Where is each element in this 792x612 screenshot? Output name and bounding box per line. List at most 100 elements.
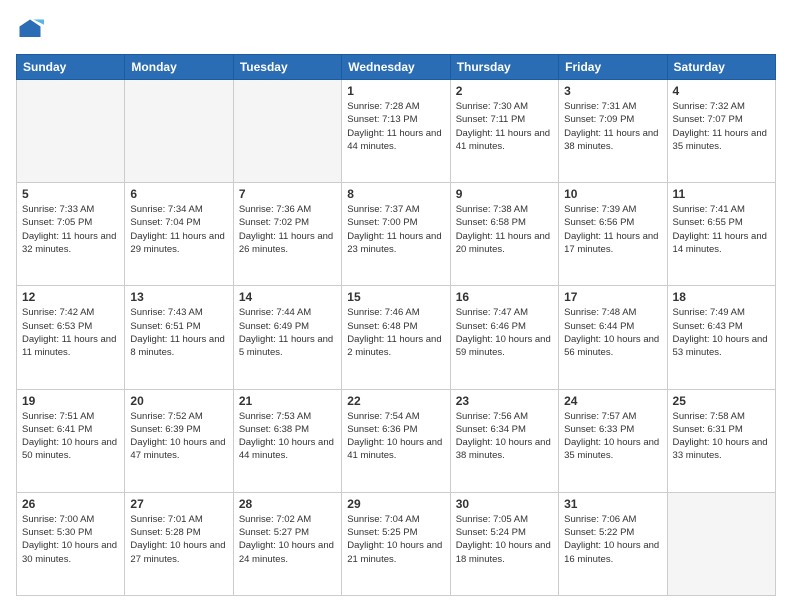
day-cell: 11Sunrise: 7:41 AMSunset: 6:55 PMDayligh… (667, 183, 775, 286)
day-cell: 13Sunrise: 7:43 AMSunset: 6:51 PMDayligh… (125, 286, 233, 389)
column-header-monday: Monday (125, 55, 233, 80)
day-cell: 24 Sunrise: 7:57 AMSunset: 6:33 PMDayligh… (559, 389, 667, 492)
header (16, 16, 776, 44)
day-info: Sunrise: 7:06 AMSunset: 5:22 PMDaylight:… (564, 513, 661, 566)
day-info: Sunrise: 7:01 AMSunset: 5:28 PMDaylight:… (130, 513, 227, 566)
day-number: 16 (456, 290, 553, 304)
day-number: 3 (564, 84, 661, 98)
day-info: Sunrise: 7:39 AMSunset: 6:56 PMDaylight:… (564, 203, 661, 256)
day-number: 8 (347, 187, 444, 201)
day-info: Sunrise: 7:56 AMSunset: 6:34 PMDaylight:… (456, 410, 553, 463)
day-cell: 8 Sunrise: 7:37 AMSunset: 7:00 PMDaylight… (342, 183, 450, 286)
day-info: Sunrise: 7:58 AMSunset: 6:31 PMDaylight:… (673, 410, 770, 463)
day-number: 18 (673, 290, 770, 304)
week-row-5: 26 Sunrise: 7:00 AMSunset: 5:30 PMDayligh… (17, 492, 776, 595)
day-number: 4 (673, 84, 770, 98)
day-cell: 15 Sunrise: 7:46 AMSunset: 6:48 PMDayligh… (342, 286, 450, 389)
day-info: Sunrise: 7:28 AMSunset: 7:13 PMDaylight:… (347, 100, 444, 153)
day-info: Sunrise: 7:00 AMSunset: 5:30 PMDaylight:… (22, 513, 119, 566)
day-number: 17 (564, 290, 661, 304)
day-cell (233, 80, 341, 183)
day-number: 5 (22, 187, 119, 201)
day-cell: 27 Sunrise: 7:01 AMSunset: 5:28 PMDayligh… (125, 492, 233, 595)
day-cell: 3 Sunrise: 7:31 AMSunset: 7:09 PMDaylight… (559, 80, 667, 183)
logo (16, 16, 48, 44)
day-cell: 22 Sunrise: 7:54 AMSunset: 6:36 PMDayligh… (342, 389, 450, 492)
day-number: 6 (130, 187, 227, 201)
day-info: Sunrise: 7:48 AMSunset: 6:44 PMDaylight:… (564, 306, 661, 359)
day-info: Sunrise: 7:02 AMSunset: 5:27 PMDaylight:… (239, 513, 336, 566)
day-number: 23 (456, 394, 553, 408)
day-info: Sunrise: 7:54 AMSunset: 6:36 PMDaylight:… (347, 410, 444, 463)
column-header-saturday: Saturday (667, 55, 775, 80)
day-cell: 16 Sunrise: 7:47 AMSunset: 6:46 PMDayligh… (450, 286, 558, 389)
day-number: 1 (347, 84, 444, 98)
day-cell (17, 80, 125, 183)
day-number: 14 (239, 290, 336, 304)
day-info: Sunrise: 7:33 AMSunset: 7:05 PMDaylight:… (22, 203, 119, 256)
logo-icon (16, 16, 44, 44)
day-cell: 19 Sunrise: 7:51 AMSunset: 6:41 PMDayligh… (17, 389, 125, 492)
day-info: Sunrise: 7:52 AMSunset: 6:39 PMDaylight:… (130, 410, 227, 463)
week-row-2: 5 Sunrise: 7:33 AMSunset: 7:05 PMDaylight… (17, 183, 776, 286)
day-number: 9 (456, 187, 553, 201)
day-cell: 28Sunrise: 7:02 AMSunset: 5:27 PMDayligh… (233, 492, 341, 595)
day-cell: 26 Sunrise: 7:00 AMSunset: 5:30 PMDayligh… (17, 492, 125, 595)
week-row-1: 1 Sunrise: 7:28 AMSunset: 7:13 PMDaylight… (17, 80, 776, 183)
day-cell: 7 Sunrise: 7:36 AMSunset: 7:02 PMDaylight… (233, 183, 341, 286)
week-row-4: 19 Sunrise: 7:51 AMSunset: 6:41 PMDayligh… (17, 389, 776, 492)
column-header-sunday: Sunday (17, 55, 125, 80)
page: SundayMondayTuesdayWednesdayThursdayFrid… (0, 0, 792, 612)
day-number: 20 (130, 394, 227, 408)
day-info: Sunrise: 7:32 AMSunset: 7:07 PMDaylight:… (673, 100, 770, 153)
column-header-friday: Friday (559, 55, 667, 80)
day-number: 25 (673, 394, 770, 408)
day-number: 15 (347, 290, 444, 304)
day-info: Sunrise: 7:47 AMSunset: 6:46 PMDaylight:… (456, 306, 553, 359)
day-cell: 31 Sunrise: 7:06 AMSunset: 5:22 PMDayligh… (559, 492, 667, 595)
day-info: Sunrise: 7:53 AMSunset: 6:38 PMDaylight:… (239, 410, 336, 463)
day-cell: 12 Sunrise: 7:42 AMSunset: 6:53 PMDayligh… (17, 286, 125, 389)
day-info: Sunrise: 7:36 AMSunset: 7:02 PMDaylight:… (239, 203, 336, 256)
day-info: Sunrise: 7:04 AMSunset: 5:25 PMDaylight:… (347, 513, 444, 566)
day-number: 27 (130, 497, 227, 511)
day-cell: 4 Sunrise: 7:32 AMSunset: 7:07 PMDaylight… (667, 80, 775, 183)
day-cell: 14 Sunrise: 7:44 AMSunset: 6:49 PMDayligh… (233, 286, 341, 389)
column-header-wednesday: Wednesday (342, 55, 450, 80)
day-info: Sunrise: 7:51 AMSunset: 6:41 PMDaylight:… (22, 410, 119, 463)
day-number: 31 (564, 497, 661, 511)
day-cell: 5 Sunrise: 7:33 AMSunset: 7:05 PMDaylight… (17, 183, 125, 286)
day-cell: 9Sunrise: 7:38 AMSunset: 6:58 PMDaylight… (450, 183, 558, 286)
day-number: 22 (347, 394, 444, 408)
day-number: 29 (347, 497, 444, 511)
day-info: Sunrise: 7:49 AMSunset: 6:43 PMDaylight:… (673, 306, 770, 359)
day-number: 7 (239, 187, 336, 201)
day-cell: 6Sunrise: 7:34 AMSunset: 7:04 PMDaylight… (125, 183, 233, 286)
column-header-thursday: Thursday (450, 55, 558, 80)
day-number: 19 (22, 394, 119, 408)
day-info: Sunrise: 7:44 AMSunset: 6:49 PMDaylight:… (239, 306, 336, 359)
day-info: Sunrise: 7:46 AMSunset: 6:48 PMDaylight:… (347, 306, 444, 359)
calendar-body: 1 Sunrise: 7:28 AMSunset: 7:13 PMDaylight… (17, 80, 776, 596)
day-cell: 10Sunrise: 7:39 AMSunset: 6:56 PMDayligh… (559, 183, 667, 286)
day-cell: 2Sunrise: 7:30 AMSunset: 7:11 PMDaylight… (450, 80, 558, 183)
day-cell: 18 Sunrise: 7:49 AMSunset: 6:43 PMDayligh… (667, 286, 775, 389)
day-info: Sunrise: 7:57 AMSunset: 6:33 PMDaylight:… (564, 410, 661, 463)
day-info: Sunrise: 7:37 AMSunset: 7:00 PMDaylight:… (347, 203, 444, 256)
calendar-table: SundayMondayTuesdayWednesdayThursdayFrid… (16, 54, 776, 596)
day-number: 21 (239, 394, 336, 408)
day-info: Sunrise: 7:31 AMSunset: 7:09 PMDaylight:… (564, 100, 661, 153)
day-number: 26 (22, 497, 119, 511)
day-number: 30 (456, 497, 553, 511)
day-cell: 21 Sunrise: 7:53 AMSunset: 6:38 PMDayligh… (233, 389, 341, 492)
calendar-header-row: SundayMondayTuesdayWednesdayThursdayFrid… (17, 55, 776, 80)
day-cell: 20 Sunrise: 7:52 AMSunset: 6:39 PMDayligh… (125, 389, 233, 492)
day-cell: 17 Sunrise: 7:48 AMSunset: 6:44 PMDayligh… (559, 286, 667, 389)
day-number: 13 (130, 290, 227, 304)
day-cell: 30Sunrise: 7:05 AMSunset: 5:24 PMDayligh… (450, 492, 558, 595)
day-number: 24 (564, 394, 661, 408)
day-number: 12 (22, 290, 119, 304)
day-info: Sunrise: 7:42 AMSunset: 6:53 PMDaylight:… (22, 306, 119, 359)
day-cell: 29 Sunrise: 7:04 AMSunset: 5:25 PMDayligh… (342, 492, 450, 595)
day-cell: 25 Sunrise: 7:58 AMSunset: 6:31 PMDayligh… (667, 389, 775, 492)
